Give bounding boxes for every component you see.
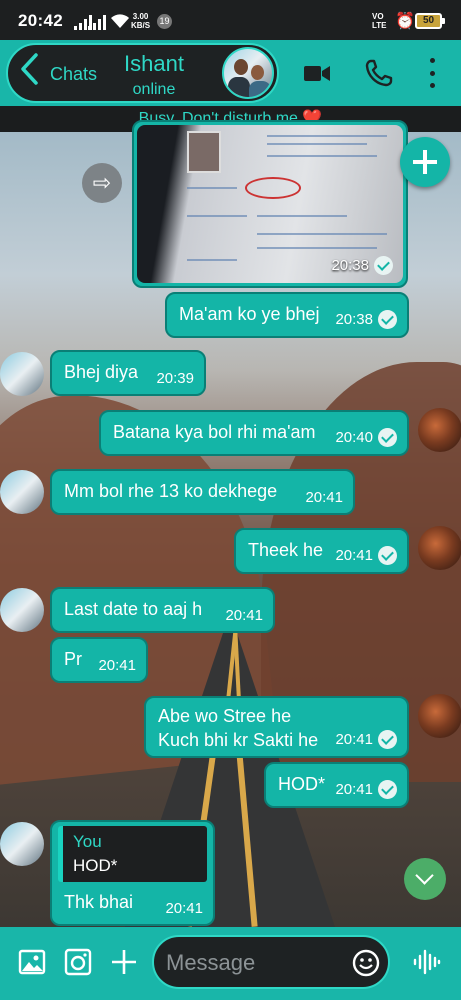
message-text: Mm bol rhe 13 ko dekhege: [64, 481, 278, 501]
status-bar: 20:42 3.00 KB/S 19 VO LTE ⏰ 50: [0, 0, 461, 40]
message-time: 20:41: [225, 607, 263, 624]
outgoing-message[interactable]: HOD* 20:41: [264, 762, 409, 808]
incoming-message[interactable]: Last date to aaj h 20:41: [50, 587, 275, 633]
read-tick-icon: [378, 546, 397, 565]
message-meta: 20:41: [225, 607, 263, 624]
signal-icon-2: [88, 14, 110, 30]
read-tick-icon: [378, 428, 397, 447]
message-meta: 20:38: [331, 256, 393, 275]
own-avatar[interactable]: [418, 694, 461, 738]
outgoing-message[interactable]: Ma'am ko ye bhej 20:38: [165, 292, 409, 338]
message-meta: 20:41: [98, 657, 136, 674]
message-time: 20:41: [305, 489, 343, 506]
message-time: 20:41: [335, 547, 373, 564]
alarm-icon: ⏰: [395, 13, 415, 30]
own-avatar[interactable]: [418, 408, 461, 452]
read-tick-icon: [374, 256, 393, 275]
composer-bar: [0, 927, 461, 1000]
message-time: 20:38: [335, 311, 373, 328]
read-tick-icon: [378, 310, 397, 329]
scroll-to-bottom-button[interactable]: [404, 858, 446, 900]
sender-avatar[interactable]: [0, 822, 44, 866]
image-message[interactable]: 20:38: [132, 120, 408, 288]
message-input[interactable]: [166, 949, 346, 977]
reply-author: You: [73, 832, 102, 851]
network-speed: 3.00 KB/S: [131, 12, 150, 30]
video-call-icon[interactable]: [302, 58, 332, 88]
incoming-message[interactable]: Pr 20:41: [50, 637, 148, 683]
reply-quote: HOD*: [73, 856, 118, 875]
outgoing-message[interactable]: Abe wo Stree he Kuch bhi kr Sakti he 20:…: [144, 696, 409, 758]
status-time: 20:42: [18, 11, 63, 30]
incoming-message[interactable]: Mm bol rhe 13 ko dekhege 20:41: [50, 469, 355, 515]
battery-icon: 50: [415, 13, 445, 29]
message-meta: 20:41: [305, 489, 343, 506]
message-time: 20:39: [156, 370, 194, 387]
message-time: 20:41: [165, 900, 203, 917]
sender-avatar[interactable]: [0, 588, 44, 632]
message-time: 20:41: [335, 731, 373, 748]
message-meta: 20:41: [165, 900, 203, 917]
contact-avatar[interactable]: [222, 47, 274, 99]
message-time: 20:38: [331, 257, 369, 274]
back-to-chats-button[interactable]: Chats Ishant online: [6, 43, 279, 103]
voice-wave-icon[interactable]: [412, 947, 442, 977]
highlight-circle: [245, 177, 301, 199]
message-text: Abe wo Stree he: [158, 706, 292, 726]
message-time: 20:41: [98, 657, 136, 674]
incoming-message[interactable]: Bhej diya 20:39: [50, 350, 206, 396]
id-photo: [187, 131, 221, 173]
volte-line1: VO: [372, 12, 384, 21]
chevron-left-icon: [18, 52, 40, 95]
outgoing-message[interactable]: Batana kya bol rhi ma'am 20:40: [99, 410, 409, 456]
message-meta: 20:39: [156, 370, 194, 387]
speed-unit: KB/S: [131, 21, 151, 30]
message-meta: 20:38: [335, 310, 397, 329]
read-tick-icon: [378, 730, 397, 749]
document-photo[interactable]: 20:38: [137, 125, 403, 283]
voice-call-icon[interactable]: [364, 58, 394, 88]
sender-avatar[interactable]: [0, 470, 44, 514]
chat-header: Chats Ishant online: [0, 40, 461, 106]
message-meta: 20:41: [335, 730, 397, 749]
outgoing-message[interactable]: Theek he 20:41: [234, 528, 409, 574]
more-options-icon[interactable]: [428, 58, 436, 88]
back-label: Chats: [50, 64, 98, 84]
incoming-reply-message[interactable]: You HOD* Thk bhai 20:41: [50, 820, 215, 926]
contact-name[interactable]: Ishant: [108, 51, 200, 77]
wifi-icon: [111, 14, 129, 28]
message-meta: 20:40: [335, 428, 397, 447]
speed-value: 3.00: [132, 12, 149, 21]
add-fab-button[interactable]: [400, 137, 450, 187]
message-meta: 20:41: [335, 546, 397, 565]
share-icon[interactable]: ⇨: [82, 163, 122, 203]
gallery-icon[interactable]: [17, 947, 47, 977]
message-meta: 20:41: [335, 780, 397, 799]
read-tick-icon: [378, 780, 397, 799]
quoted-reply[interactable]: You HOD*: [58, 826, 207, 882]
message-time: 20:40: [335, 429, 373, 446]
message-time: 20:41: [335, 781, 373, 798]
add-icon[interactable]: [109, 947, 139, 977]
camera-icon[interactable]: [63, 947, 93, 977]
sender-avatar[interactable]: [0, 352, 44, 396]
volte-line2: LTE: [372, 21, 387, 30]
notification-badge: 19: [157, 14, 172, 29]
volte-indicator: VO LTE: [372, 12, 387, 30]
message-field[interactable]: [152, 935, 390, 989]
emoji-icon[interactable]: [352, 949, 380, 977]
contact-status: online: [132, 81, 176, 98]
own-avatar[interactable]: [418, 526, 461, 570]
